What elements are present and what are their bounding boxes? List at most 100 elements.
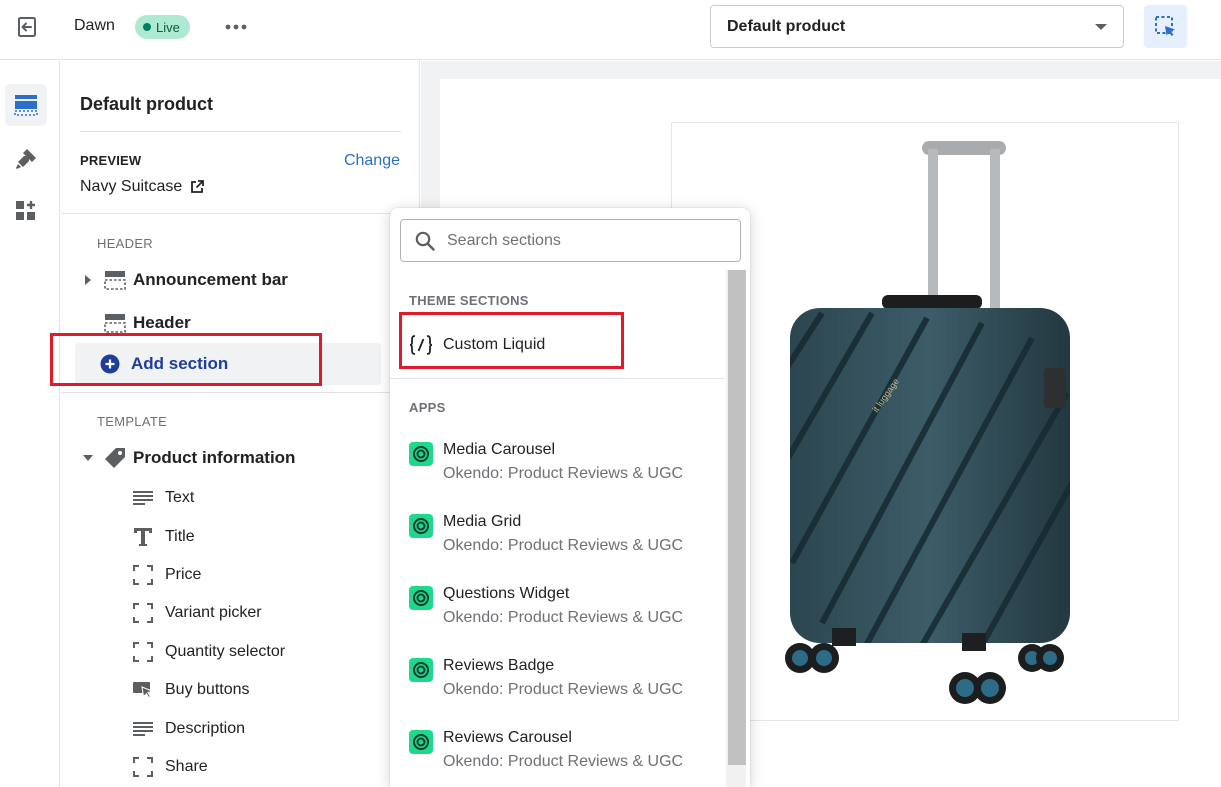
layout-header-icon: [101, 313, 129, 333]
live-dot-icon: [143, 23, 151, 31]
app-section-reviews-badge[interactable]: Reviews Badge Okendo: Product Reviews & …: [409, 654, 709, 706]
app-section-reviews-carousel[interactable]: Reviews Carousel Okendo: Product Reviews…: [409, 726, 709, 778]
template-group-label: TEMPLATE: [97, 414, 168, 429]
block-label: Quantity selector: [165, 643, 286, 660]
okendo-icon: [409, 658, 433, 682]
select-cursor-icon: [1154, 15, 1175, 36]
block-label: Share: [165, 758, 208, 775]
inspector-toggle-button[interactable]: [1144, 5, 1187, 48]
block-text[interactable]: Text: [131, 484, 194, 512]
apps-nav-button[interactable]: [5, 190, 47, 232]
add-section-button[interactable]: Add section: [75, 343, 381, 385]
app-vendor-name: Okendo: Product Reviews & UGC: [443, 465, 684, 482]
template-select[interactable]: Default product: [710, 5, 1124, 48]
sections-nav-button[interactable]: [5, 84, 47, 126]
custom-liquid-option[interactable]: Custom Liquid: [409, 332, 545, 358]
header-group-label: HEADER: [97, 236, 153, 251]
app-vendor-name: Okendo: Product Reviews & UGC: [443, 681, 684, 698]
sections-icon: [14, 95, 38, 116]
okendo-icon: [409, 730, 433, 754]
block-label: Price: [165, 566, 202, 583]
app-section-questions-widget[interactable]: Questions Widget Okendo: Product Reviews…: [409, 582, 709, 634]
search-icon: [415, 231, 435, 251]
caret-down-icon: [1095, 24, 1107, 30]
block-title[interactable]: Title: [131, 523, 195, 551]
section-label: Header: [133, 313, 191, 332]
block-frame-icon: [131, 642, 155, 662]
apps-label: APPS: [409, 400, 446, 415]
okendo-icon: [409, 514, 433, 538]
section-label: Product information: [133, 448, 296, 467]
exit-button[interactable]: [10, 10, 44, 44]
app-section-name: Questions Widget: [443, 585, 570, 602]
caret-right-icon[interactable]: [81, 275, 95, 285]
app-vendor-name: Okendo: Product Reviews & UGC: [443, 537, 684, 554]
block-frame-icon: [131, 565, 155, 585]
text-lines-icon: [131, 490, 155, 506]
block-label: Text: [165, 489, 195, 506]
theme-name: Dawn: [74, 17, 115, 34]
left-rail: [0, 61, 60, 787]
buy-button-icon: [131, 681, 155, 699]
preview-product-name: Navy Suitcase: [80, 178, 183, 195]
block-label: Description: [165, 720, 246, 737]
block-share[interactable]: Share: [131, 753, 208, 781]
change-preview-link[interactable]: Change: [344, 152, 400, 170]
external-link-icon: [191, 180, 205, 193]
code-braces-icon: [409, 335, 433, 355]
preview-product-link[interactable]: Navy Suitcase: [80, 178, 205, 196]
section-product-information[interactable]: Product information: [81, 443, 295, 473]
sidebar-title: Default product: [80, 94, 213, 114]
title-icon: [131, 527, 155, 547]
text-lines-icon: [131, 721, 155, 737]
caret-down-icon[interactable]: [81, 454, 95, 462]
live-badge-label: Live: [156, 19, 180, 35]
more-actions-button[interactable]: [220, 12, 252, 42]
divider: [61, 392, 420, 393]
divider: [390, 378, 724, 379]
theme-sections-label: THEME SECTIONS: [409, 293, 529, 308]
app-vendor-name: Okendo: Product Reviews & UGC: [443, 753, 684, 770]
app-section-name: Reviews Badge: [443, 657, 555, 674]
add-section-label: Add section: [131, 354, 229, 373]
live-status-badge: Live: [135, 15, 190, 39]
editor-sidebar: Default product PREVIEW Change Navy Suit…: [61, 61, 420, 787]
apps-icon: [16, 201, 35, 220]
okendo-icon: [409, 442, 433, 466]
block-price[interactable]: Price: [131, 561, 201, 589]
custom-liquid-label: Custom Liquid: [443, 336, 546, 353]
preview-label: PREVIEW: [80, 153, 142, 168]
top-bar: Dawn Live Default product: [0, 0, 1221, 60]
template-select-value: Default product: [727, 17, 846, 35]
block-buy-buttons[interactable]: Buy buttons: [131, 676, 250, 704]
search-sections-input[interactable]: [447, 231, 717, 250]
tag-icon: [101, 447, 129, 469]
exit-icon: [18, 17, 36, 37]
plus-circle-icon: [100, 354, 120, 374]
paint-brush-icon: [16, 149, 36, 169]
divider: [61, 213, 420, 214]
block-frame-icon: [131, 757, 155, 777]
app-vendor-name: Okendo: Product Reviews & UGC: [443, 609, 684, 626]
app-section-media-carousel[interactable]: Media Carousel Okendo: Product Reviews &…: [409, 438, 709, 490]
block-variant-picker[interactable]: Variant picker: [131, 599, 262, 627]
app-section-media-grid[interactable]: Media Grid Okendo: Product Reviews & UGC: [409, 510, 709, 562]
block-quantity-selector[interactable]: Quantity selector: [131, 638, 285, 666]
block-frame-icon: [131, 603, 155, 623]
scrollbar-thumb[interactable]: [728, 270, 746, 765]
okendo-icon: [409, 586, 433, 610]
app-section-name: Media Carousel: [443, 441, 556, 458]
block-label: Title: [165, 528, 195, 545]
section-announcement-bar[interactable]: Announcement bar: [81, 265, 288, 295]
block-description[interactable]: Description: [131, 715, 245, 743]
app-section-name: Media Grid: [443, 513, 522, 530]
search-sections-field[interactable]: [400, 219, 741, 262]
section-header[interactable]: Header: [81, 308, 191, 338]
divider: [80, 131, 401, 132]
section-label: Announcement bar: [133, 270, 288, 289]
theme-settings-nav-button[interactable]: [5, 138, 47, 180]
ellipsis-icon: [225, 24, 247, 30]
app-section-name: Reviews Carousel: [443, 729, 572, 746]
block-label: Buy buttons: [165, 681, 250, 698]
add-section-popover: THEME SECTIONS Custom Liquid APPS Media …: [390, 208, 750, 787]
